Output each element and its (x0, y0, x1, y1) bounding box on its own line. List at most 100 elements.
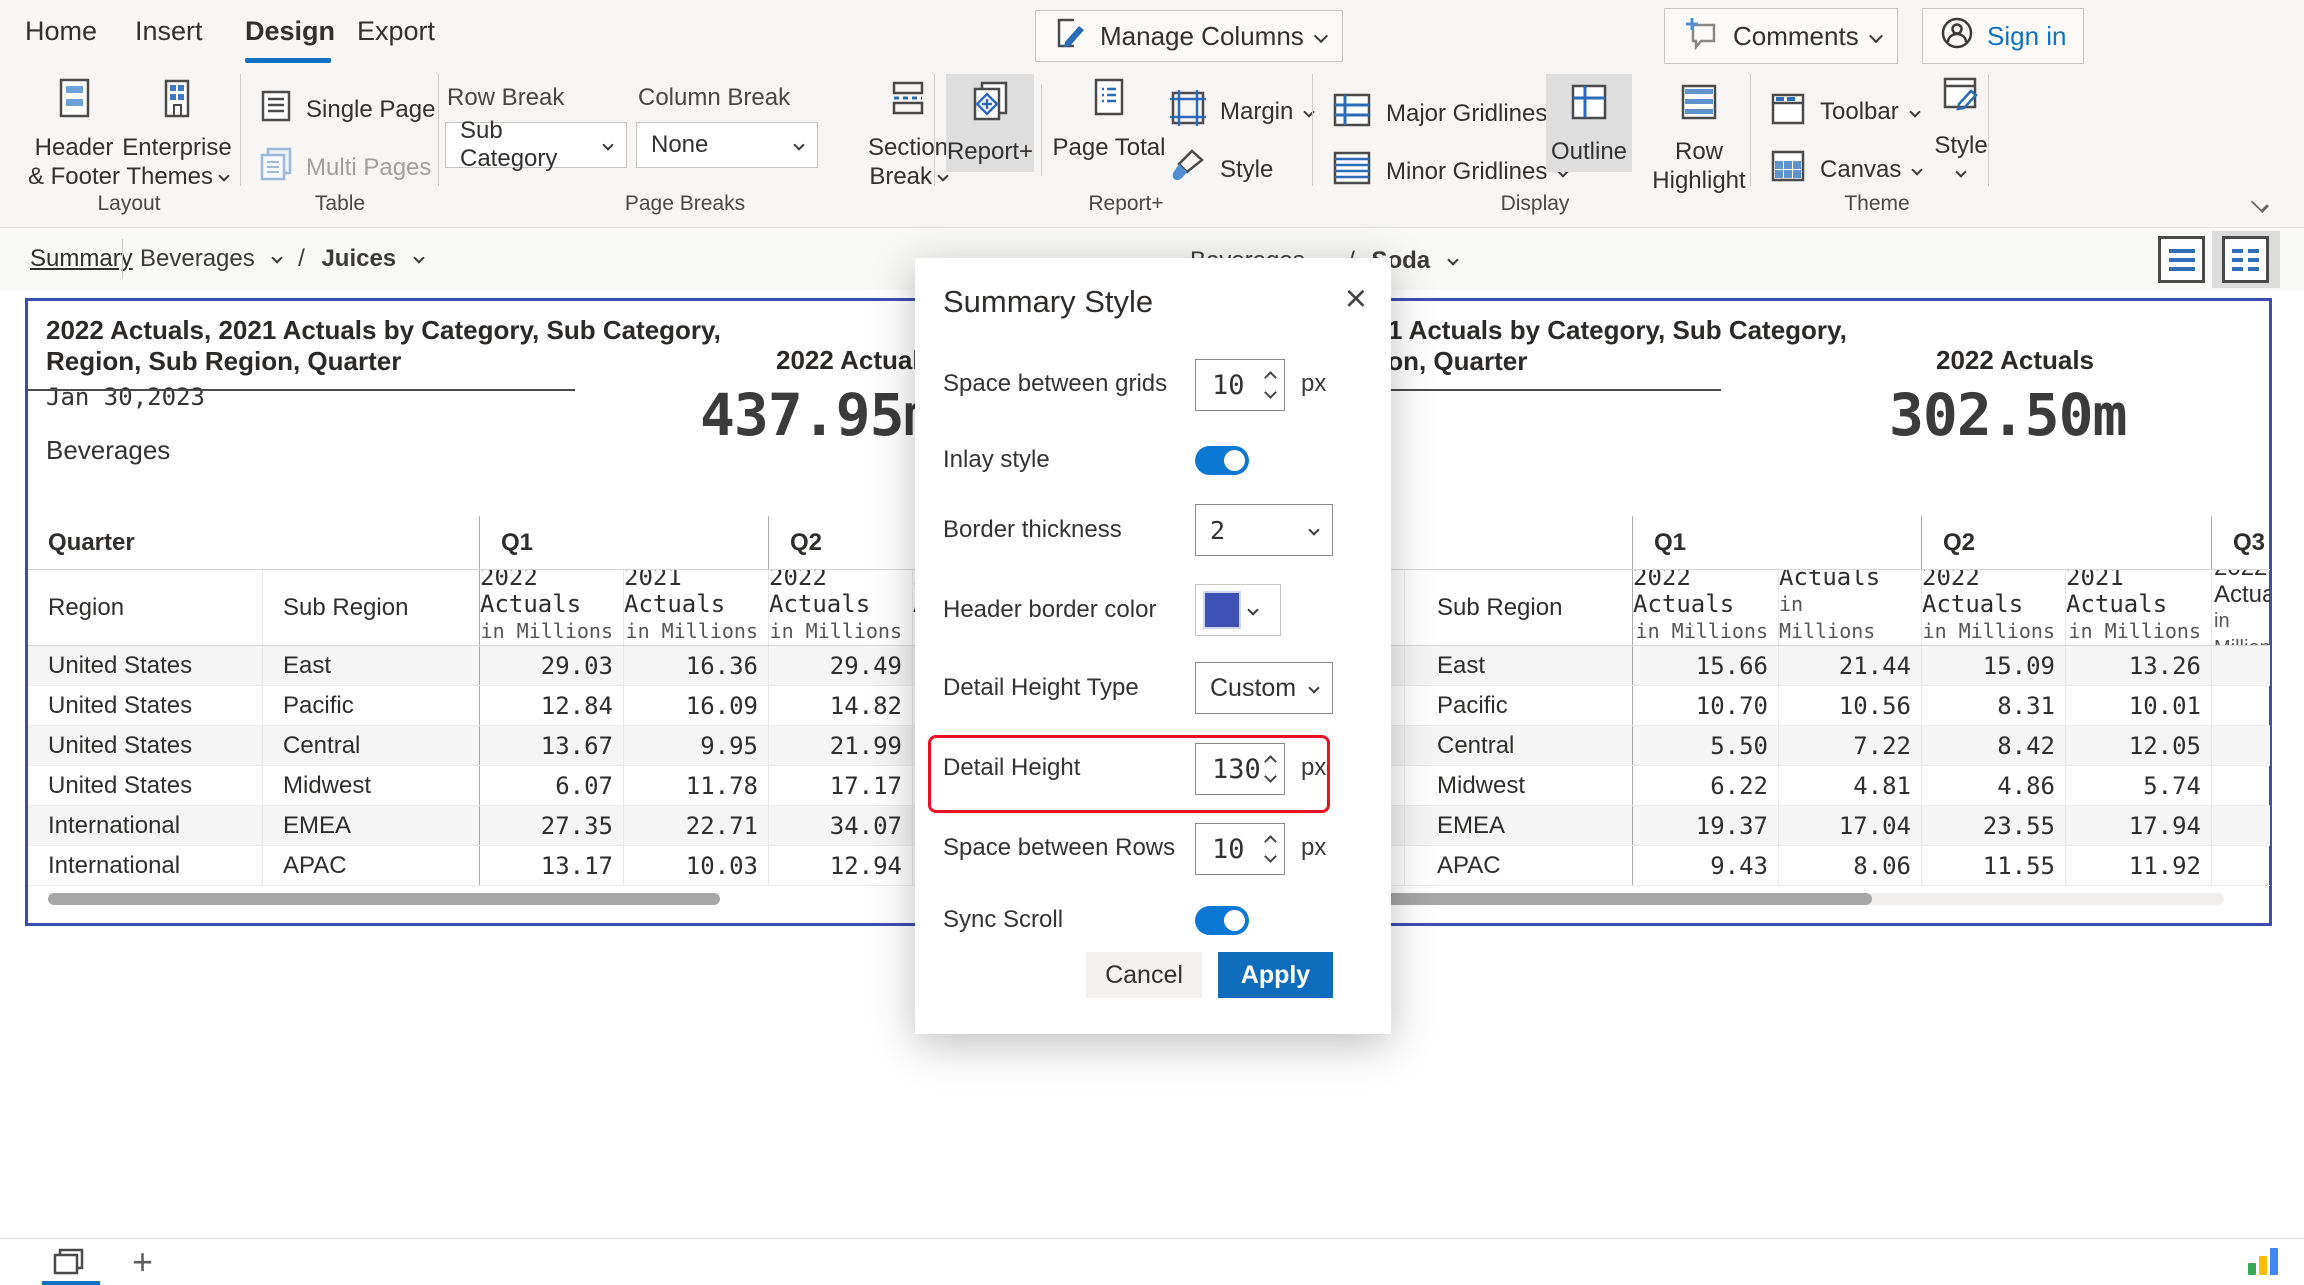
detail-height-type-select[interactable]: Custom (1195, 662, 1333, 714)
chevron-down-icon (1304, 106, 1315, 117)
breadcrumb-category[interactable]: Beverages (140, 245, 255, 272)
summary-style-dialog: Summary Style × Space between grids 10 p… (915, 258, 1391, 1034)
page-tab[interactable] (52, 1248, 86, 1281)
toolbar-label: Toolbar (1820, 98, 1899, 126)
measure-header: 2022 Actualsin Millions (1921, 570, 2065, 645)
major-gridlines-icon (1330, 88, 1374, 139)
manage-columns-button[interactable]: Manage Columns (1035, 10, 1343, 62)
spinner-down-icon[interactable] (1264, 770, 1277, 783)
multi-pages-icon (258, 146, 294, 189)
horizontal-scrollbar[interactable] (48, 893, 720, 905)
single-page-icon (258, 88, 294, 131)
collapse-ribbon-button[interactable] (2252, 196, 2276, 210)
chevron-down-icon (1869, 29, 1883, 43)
major-gridlines-button[interactable]: Major Gridlines (1330, 88, 1567, 139)
multi-pages-label: Multi Pages (306, 154, 431, 182)
measure-header: 2022 Actualsin Millions (768, 570, 912, 645)
manage-columns-icon (1052, 15, 1088, 58)
header-footer-button[interactable]: Header & Footer (22, 76, 126, 191)
toolbar-button[interactable]: Toolbar (1768, 88, 1919, 135)
enterprise-themes-button[interactable]: Enterprise Themes (122, 76, 232, 191)
column-break-select[interactable]: None (636, 122, 818, 168)
breadcrumb: Beverages / Juices (140, 245, 423, 273)
left-grid-title: 2022 Actuals, 2021 Actuals by Category, … (46, 315, 721, 377)
space-between-grids-input[interactable]: 10 (1195, 359, 1285, 411)
header-footer-label: Header (35, 133, 114, 162)
theme-style-icon (1939, 74, 1983, 125)
close-icon[interactable]: × (1345, 280, 1367, 318)
group-label-table: Table (245, 192, 435, 216)
tab-export[interactable]: Export (357, 16, 435, 47)
canvas-icon (1768, 146, 1808, 193)
inlay-style-label: Inlay style (943, 446, 1050, 474)
spinner-up-icon[interactable] (1264, 755, 1277, 768)
theme-style-button[interactable]: Style (1916, 74, 2006, 176)
enterprise-themes-icon (155, 76, 199, 127)
margin-button[interactable]: Margin (1168, 88, 1313, 135)
sign-in-button[interactable]: Sign in (1922, 8, 2084, 64)
row-break-value: Sub Category (460, 117, 604, 173)
sync-scroll-toggle[interactable] (1195, 906, 1249, 935)
breadcrumb-summary-link[interactable]: Summary (30, 245, 133, 273)
detail-height-input[interactable]: 130 (1195, 743, 1285, 795)
apply-button[interactable]: Apply (1218, 952, 1333, 998)
chevron-down-icon (602, 139, 613, 150)
border-thickness-label: Border thickness (943, 516, 1122, 544)
tab-insert[interactable]: Insert (135, 16, 203, 47)
spinner-up-icon[interactable] (1264, 835, 1277, 848)
style-button[interactable]: Style (1168, 146, 1273, 193)
left-kpi-value: 437.95m (700, 381, 937, 449)
canvas-button[interactable]: Canvas (1768, 146, 1921, 193)
tab-home[interactable]: Home (25, 16, 97, 47)
inlay-style-toggle[interactable] (1195, 446, 1249, 475)
detail-height-type-value: Custom (1210, 674, 1296, 703)
chevron-down-icon[interactable] (413, 252, 424, 263)
space-between-rows-input[interactable]: 10 (1195, 823, 1285, 875)
measure-header: 2021 Actualsin Millions (2065, 570, 2211, 645)
left-kpi-label: 2022 Actuals (776, 345, 934, 376)
chevron-down-icon (1308, 682, 1319, 693)
px-unit-label: px (1301, 754, 1326, 782)
group-label-report-plus: Report+ (946, 192, 1306, 216)
style-brush-icon (1168, 146, 1208, 193)
spinner-down-icon[interactable] (1264, 386, 1277, 399)
row-highlight-button[interactable]: Row Highlight (1638, 74, 1760, 201)
detail-height-value: 130 (1196, 754, 1266, 785)
single-page-button[interactable]: Single Page (258, 88, 435, 131)
breadcrumb-subcategory[interactable]: Juices (321, 245, 396, 272)
cancel-button[interactable]: Cancel (1086, 952, 1202, 998)
page-total-icon (1087, 76, 1131, 127)
chevron-down-icon (218, 170, 229, 181)
bottom-bar: + (0, 1238, 2304, 1285)
section-break-label-2: Break (869, 162, 946, 191)
px-unit-label: px (1301, 834, 1326, 862)
minor-gridlines-button[interactable]: Minor Gridlines (1330, 146, 1567, 197)
tab-design[interactable]: Design (245, 16, 335, 47)
chevron-down-icon[interactable] (1447, 254, 1458, 265)
single-page-label: Single Page (306, 96, 435, 124)
border-thickness-select[interactable]: 2 (1195, 504, 1333, 556)
row-break-select[interactable]: Sub Category (445, 122, 627, 168)
add-page-button[interactable]: + (132, 1241, 153, 1283)
report-plus-button[interactable]: Report+ (946, 74, 1034, 172)
comments-button[interactable]: Comments (1664, 8, 1898, 64)
group-divider (240, 74, 241, 186)
multi-pages-button[interactable]: Multi Pages (258, 146, 431, 189)
outline-button[interactable]: Outline (1546, 74, 1632, 172)
breadcrumb-divider (122, 239, 123, 279)
chevron-down-icon[interactable] (272, 252, 283, 263)
breadcrumb-slash: / (298, 245, 305, 272)
page-total-label: Page Total (1053, 133, 1166, 162)
sync-scroll-label: Sync Scroll (943, 906, 1063, 934)
major-gridlines-label: Major Gridlines (1386, 100, 1547, 128)
enterprise-themes-label-2: Themes (126, 162, 227, 191)
page-total-button[interactable]: Page Total (1050, 76, 1168, 162)
spinner-up-icon[interactable] (1264, 371, 1277, 384)
view-split-icon (2232, 249, 2259, 253)
column-break-value: None (651, 131, 708, 159)
minor-gridlines-icon (1330, 146, 1374, 197)
header-border-color-picker[interactable] (1195, 584, 1281, 636)
view-split-toggle[interactable] (2222, 236, 2269, 283)
view-single-toggle[interactable] (2158, 236, 2205, 283)
spinner-down-icon[interactable] (1264, 850, 1277, 863)
